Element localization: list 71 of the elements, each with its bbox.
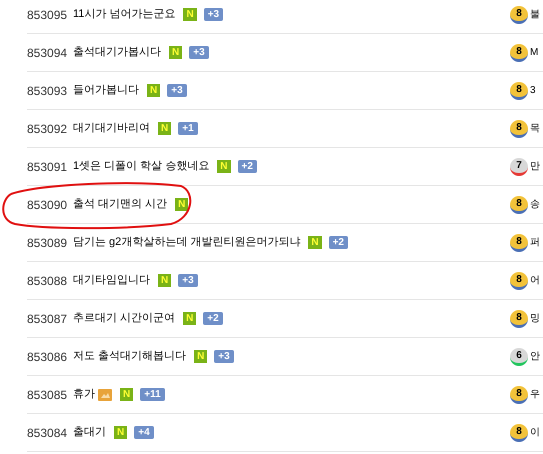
comment-count: +2 [203,312,223,325]
post-title[interactable]: 휴가 [73,386,95,403]
comment-count: +2 [328,236,348,249]
new-badge: N [120,388,134,401]
level-badge: 8 [510,120,528,138]
post-title[interactable]: 출석대기가봅시다 [73,44,161,61]
post-number: 853086 [27,348,68,366]
level-badge: 8 [510,424,528,442]
post-number: 853093 [27,82,68,100]
post-title[interactable]: 1셋은 디폴이 학살 승했네요 [73,158,210,175]
new-badge: N [175,198,188,211]
post-number: 853084 [27,424,68,442]
post-number: 853095 [27,6,68,24]
post-title[interactable]: 11시가 넘어가는군요 [73,6,176,23]
author-name: 만 [530,160,540,174]
comment-count: +1 [178,122,198,135]
post-number: 853092 [27,120,68,138]
post-title[interactable]: 들어가봅니다 [73,82,139,99]
level-badge: 6 [510,348,528,366]
new-badge: N [217,160,231,173]
author-name: M [530,46,538,60]
comment-count: +2 [238,160,257,173]
new-badge: N [194,350,208,363]
new-badge: N [158,274,172,287]
post-title[interactable]: 저도 출석대기해봅니다 [73,348,186,365]
comment-count: +3 [204,8,224,21]
post-number: 853087 [27,310,68,328]
comment-count: +3 [214,350,234,363]
comment-count: +3 [167,84,187,97]
post-title[interactable]: 대기타임입니다 [73,272,150,289]
new-badge: N [183,8,197,21]
level-badge: 8 [510,272,528,290]
post-title[interactable]: 추르대기 시간이군여 [73,310,176,327]
author-name: 우 [530,388,540,402]
post-title[interactable]: 대기대기바리여 [73,120,150,137]
new-badge: N [183,312,196,325]
post-number: 853094 [27,44,68,62]
author-name: 송 [530,198,540,212]
post-number: 853088 [27,272,68,290]
comment-count: +3 [178,274,198,287]
level-badge: 8 [510,310,528,328]
post-number: 853091 [27,158,68,176]
new-badge: N [114,426,128,439]
level-badge: 8 [510,82,528,100]
comment-count: +4 [134,426,154,439]
author-name: 밍 [530,312,540,326]
author-name: 퍼 [530,236,540,250]
author-name: 어 [530,274,540,288]
comment-count: +3 [189,46,209,59]
post-title[interactable]: 담기는 g2개학살하는데 개발린티원은머가되냐 [73,234,300,251]
level-badge: 8 [510,6,528,24]
level-badge: 8 [510,196,528,214]
new-badge: N [169,46,182,59]
post-title[interactable]: 출대기 [73,424,106,441]
new-badge: N [158,122,172,135]
author-name: 이 [530,426,540,440]
post-number: 853090 [27,196,68,214]
level-badge: 8 [510,44,528,62]
comment-count: +11 [140,388,165,401]
level-badge: 8 [510,386,528,404]
post-number: 853089 [27,234,68,252]
author-name: 목 [530,122,540,136]
author-name: 불 [530,8,540,22]
new-badge: N [308,236,322,249]
post-title[interactable]: 출석 대기맨의 시간 [73,196,168,213]
post-number: 853085 [27,386,68,404]
author-name: 안 [530,350,540,364]
author-name: 3 [530,84,536,98]
level-badge: 7 [510,158,528,176]
new-badge: N [147,84,160,97]
level-badge: 8 [510,234,528,252]
